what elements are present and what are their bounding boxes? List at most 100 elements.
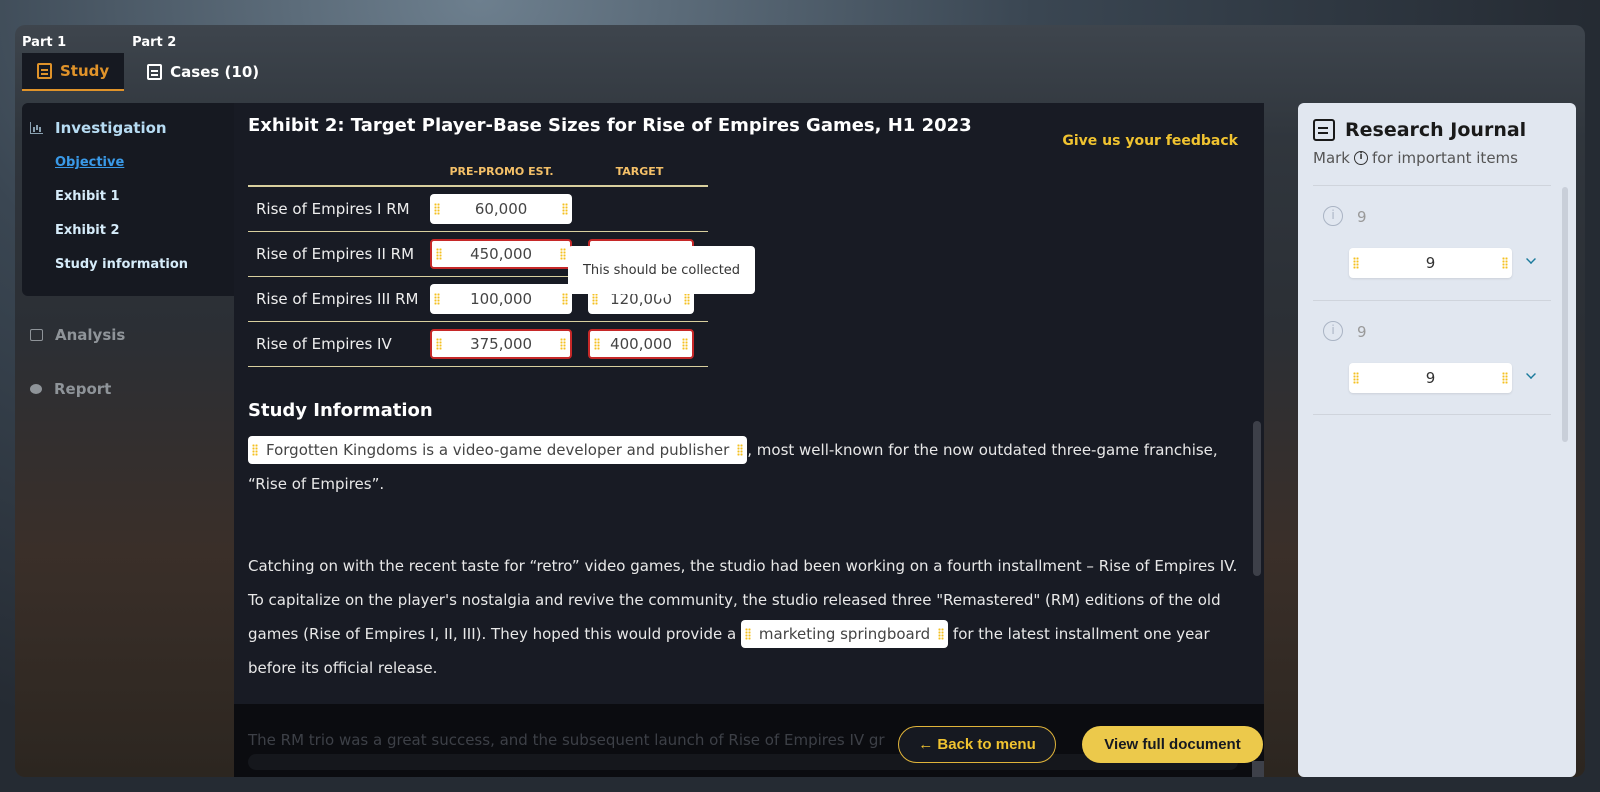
info-icon[interactable]: i — [1323, 321, 1343, 341]
part-2: Part 2 Cases (10) — [132, 33, 274, 91]
table-row: Rise of Empires I RM 60,000 — [248, 187, 708, 232]
drag-handle-icon[interactable] — [744, 628, 751, 640]
chevron-down-icon[interactable] — [1526, 254, 1536, 264]
document-icon — [37, 63, 52, 79]
drag-handle-icon[interactable] — [434, 293, 441, 305]
bar-chart-icon — [30, 122, 43, 134]
back-to-menu-button[interactable]: ← Back to menu — [898, 726, 1056, 763]
nav-label: Analysis — [55, 326, 126, 344]
tab-label: Cases (10) — [170, 63, 260, 81]
nav-label: Investigation — [55, 119, 167, 137]
value-chip[interactable]: 375,000 — [430, 329, 573, 359]
part-label: Part 2 — [132, 35, 177, 50]
drag-handle-icon[interactable] — [1353, 372, 1359, 384]
document-panel: Exhibit 2: Target Player-Base Sizes for … — [234, 103, 1264, 777]
sidebar-item-objective[interactable]: Objective — [22, 146, 242, 180]
paragraph: Catching on with the recent taste for “r… — [248, 549, 1243, 685]
chip-value: 100,000 — [470, 290, 533, 308]
value-chip[interactable]: 100,000 — [430, 284, 573, 314]
journal-item: i 9 9 — [1313, 185, 1551, 300]
journal-scrollbar[interactable] — [1562, 187, 1568, 442]
journal-icon — [1313, 119, 1335, 141]
journal-item: i 9 9 — [1313, 300, 1551, 415]
tooltip: This should be collected — [568, 246, 755, 300]
info-icon[interactable]: i — [1323, 206, 1343, 226]
column-header: TARGET — [615, 165, 664, 178]
nav-label: Report — [54, 380, 112, 398]
app-frame: Part 1 Study Part 2 Cases (10) Investiga… — [15, 25, 1585, 777]
sidebar: Investigation Objective Exhibit 1 Exhibi… — [22, 103, 242, 404]
drag-handle-icon[interactable] — [594, 338, 601, 350]
drag-handle-icon[interactable] — [562, 203, 569, 215]
vertical-scrollbar[interactable] — [1253, 421, 1261, 576]
text-chip[interactable]: Forgotten Kingdoms is a video-game devel… — [248, 436, 748, 464]
item-number: 9 — [1357, 208, 1367, 226]
drag-handle-icon[interactable] — [252, 444, 258, 456]
table-header: PRE-PROMO EST. TARGET — [248, 161, 708, 187]
chip-value: 60,000 — [474, 200, 528, 218]
drag-handle-icon[interactable] — [938, 628, 945, 640]
chat-bubble-icon — [30, 384, 42, 394]
sidebar-item-study-information[interactable]: Study information — [22, 248, 242, 282]
row-label: Rise of Empires II RM — [256, 245, 415, 263]
drag-handle-icon[interactable] — [592, 293, 599, 305]
chip-text: Forgotten Kingdoms is a video-game devel… — [266, 441, 730, 459]
value-chip[interactable]: 400,000 — [588, 329, 695, 359]
exhibit-table: PRE-PROMO EST. TARGET Rise of Empires I … — [248, 161, 755, 367]
part-tabs: Part 1 Study Part 2 Cases (10) — [22, 33, 274, 91]
chip-value: 450,000 — [470, 245, 533, 263]
document-icon — [147, 64, 163, 80]
text-chip[interactable]: marketing springboard — [740, 620, 949, 648]
row-label: Rise of Empires III RM — [256, 290, 419, 308]
journal-title-text: Research Journal — [1345, 119, 1527, 141]
drag-handle-icon[interactable] — [560, 248, 567, 260]
drag-handle-icon[interactable] — [1502, 372, 1508, 384]
part-label: Part 1 — [22, 35, 67, 50]
value-chip[interactable]: 60,000 — [430, 194, 573, 224]
paragraph: Forgotten Kingdoms is a video-game devel… — [248, 433, 1243, 501]
value-chip[interactable]: 9 — [1349, 248, 1512, 278]
drag-handle-icon[interactable] — [436, 248, 443, 260]
table-row: Rise of Empires IV 375,000 400,000 — [248, 322, 708, 367]
sidebar-item-exhibit-1[interactable]: Exhibit 1 — [22, 180, 242, 214]
sidebar-item-investigation[interactable]: Investigation — [22, 116, 242, 140]
tab-study[interactable]: Study — [22, 53, 125, 91]
drag-handle-icon[interactable] — [684, 293, 691, 305]
subtitle-text: Mark — [1313, 149, 1350, 167]
research-journal: Research Journal Mark i for important it… — [1298, 103, 1576, 777]
view-full-document-button[interactable]: View full document — [1082, 726, 1263, 763]
info-icon: i — [1354, 151, 1368, 165]
subtitle-text: for important items — [1372, 149, 1518, 167]
row-label: Rise of Empires IV — [256, 335, 392, 353]
drag-handle-icon[interactable] — [436, 338, 443, 350]
drag-handle-icon[interactable] — [1502, 257, 1508, 269]
chip-value: 9 — [1425, 254, 1436, 272]
investigation-section: Investigation Objective Exhibit 1 Exhibi… — [22, 103, 242, 296]
drag-handle-icon[interactable] — [737, 444, 744, 456]
sidebar-item-report[interactable]: Report — [22, 374, 234, 404]
drag-handle-icon[interactable] — [1353, 257, 1359, 269]
section-heading: Study Information — [248, 400, 433, 421]
journal-subtitle: Mark i for important items — [1313, 149, 1518, 167]
sidebar-item-analysis[interactable]: Analysis — [22, 320, 234, 350]
chip-text: marketing springboard — [758, 625, 931, 643]
journal-title: Research Journal — [1313, 119, 1526, 141]
column-header — [248, 161, 432, 185]
drag-handle-icon[interactable] — [682, 338, 689, 350]
drag-handle-icon[interactable] — [562, 293, 569, 305]
chip-value: 375,000 — [470, 335, 533, 353]
scrollbar-corner — [1252, 761, 1264, 777]
value-chip[interactable]: 9 — [1349, 363, 1512, 393]
sidebar-item-exhibit-2[interactable]: Exhibit 2 — [22, 214, 242, 248]
chip-value: 400,000 — [610, 335, 673, 353]
tab-cases[interactable]: Cases (10) — [132, 53, 274, 91]
item-number: 9 — [1357, 323, 1367, 341]
drag-handle-icon[interactable] — [560, 338, 567, 350]
value-chip[interactable]: 450,000 — [430, 239, 573, 269]
chevron-down-icon[interactable] — [1526, 369, 1536, 379]
feedback-link[interactable]: Give us your feedback — [1062, 133, 1238, 149]
chip-value: 9 — [1425, 369, 1436, 387]
part-1: Part 1 Study — [22, 33, 125, 91]
drag-handle-icon[interactable] — [434, 203, 441, 215]
journal-list: i 9 9 i 9 9 — [1313, 185, 1551, 415]
